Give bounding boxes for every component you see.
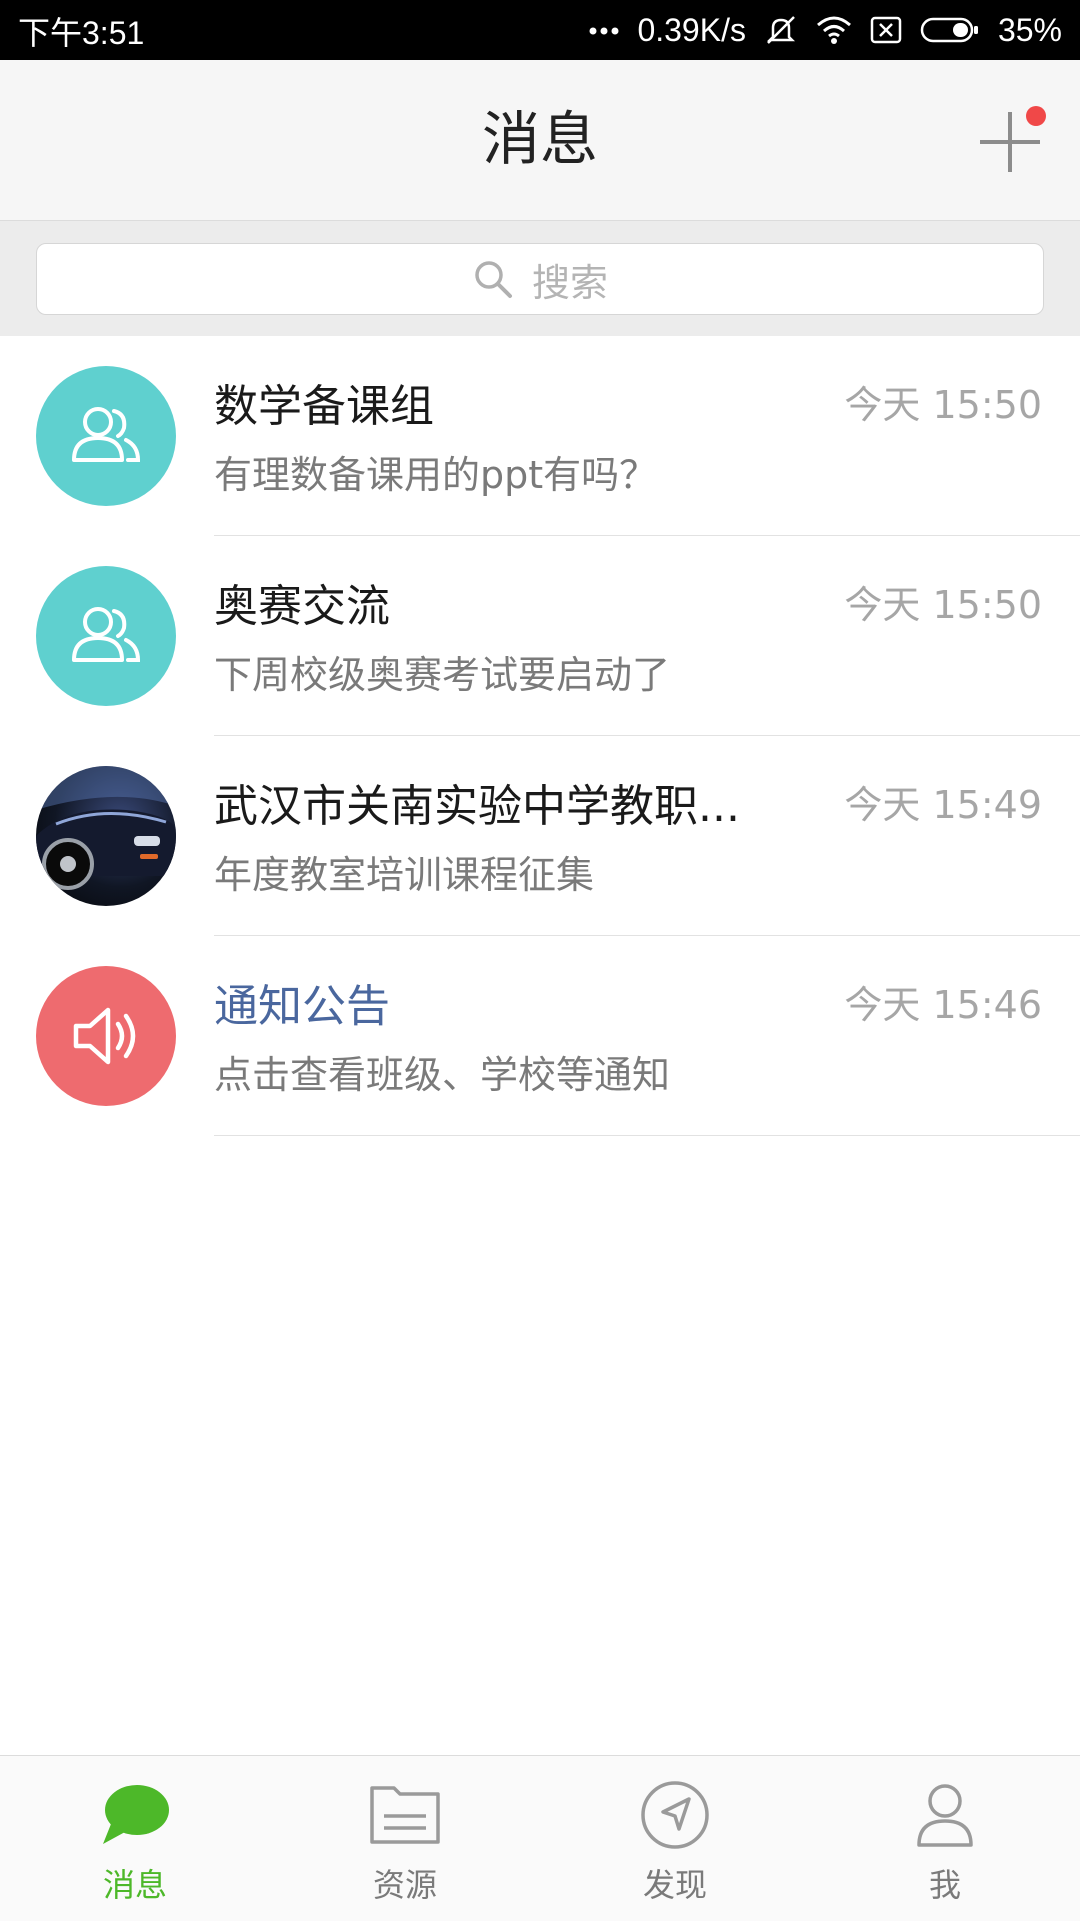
tab-discover[interactable]: 发现 (540, 1756, 810, 1921)
chat-bubble-icon (99, 1778, 171, 1852)
tab-messages[interactable]: 消息 (0, 1756, 270, 1921)
conversation-title: 通知公告 (214, 981, 390, 1032)
conversation-title: 数学备课组 (214, 381, 434, 432)
conversation-time: 今天 15:46 (844, 974, 1042, 1029)
group-avatar (36, 566, 176, 706)
notice-avatar (36, 966, 176, 1106)
conversation-item[interactable]: 通知公告 今天 15:46 点击查看班级、学校等通知 (0, 936, 1080, 1136)
conversation-clock: 15:50 (932, 583, 1042, 627)
conversation-item[interactable]: 奥赛交流 今天 15:50 下周校级奥赛考试要启动了 (0, 536, 1080, 736)
conversation-preview: 点击查看班级、学校等通知 (214, 1053, 671, 1097)
conversation-date: 今天 (844, 983, 921, 1027)
battery-icon (920, 16, 980, 44)
conversation-preview: 下周校级奥赛考试要启动了 (214, 653, 671, 697)
speaker-icon (73, 1007, 136, 1065)
conversation-clock: 15:50 (932, 383, 1042, 427)
conversation-date: 今天 (844, 783, 921, 827)
car-photo-avatar (36, 766, 176, 906)
group-icon (72, 607, 141, 662)
person-icon (915, 1778, 975, 1852)
group-avatar (36, 366, 176, 506)
conversation-time: 今天 15:50 (844, 574, 1042, 629)
conversation-time: 今天 15:49 (844, 774, 1042, 829)
dots-icon (589, 25, 619, 35)
tab-label: 消息 (102, 1866, 167, 1904)
compass-icon (639, 1778, 711, 1852)
search-input[interactable]: 搜索 (36, 243, 1044, 315)
divider (214, 1135, 1080, 1136)
conversation-item[interactable]: 武汉市关南实验中学教职... 今天 15:49 年度教室培训课程征集 (0, 736, 1080, 936)
conversation-clock: 15:46 (932, 983, 1042, 1027)
status-time: 下午3:51 (18, 15, 145, 51)
notification-dot (1026, 106, 1046, 126)
folder-icon (368, 1778, 442, 1852)
net-speed: 0.39K/s (637, 11, 746, 48)
conversation-list: 数学备课组 今天 15:50 有理数备课用的ppt有吗？ 奥赛交流 今天 15:… (0, 336, 1080, 1136)
tab-resources[interactable]: 资源 (270, 1756, 540, 1921)
car-photo (36, 766, 176, 890)
tab-me[interactable]: 我 (810, 1756, 1080, 1921)
conversation-title: 武汉市关南实验中学教职... (214, 781, 740, 832)
status-icons: 0.39K/s 35% (589, 8, 1062, 52)
conversation-time: 今天 15:50 (844, 374, 1042, 429)
conversation-date: 今天 (844, 583, 921, 627)
app-header: 消息 (0, 60, 1080, 221)
page-title: 消息 (481, 105, 598, 173)
conversation-title: 奥赛交流 (214, 581, 390, 632)
search-placeholder: 搜索 (531, 260, 608, 305)
search-icon (475, 261, 512, 298)
conversation-clock: 15:49 (932, 783, 1042, 827)
group-icon (72, 407, 141, 462)
conversation-date: 今天 (844, 383, 921, 427)
wifi-icon (816, 15, 852, 45)
tab-label: 我 (928, 1866, 961, 1904)
conversation-preview: 年度教室培训课程征集 (214, 853, 595, 897)
bottom-tab-bar: 消息 资源 发现 我 (0, 1755, 1080, 1921)
tab-label: 资源 (372, 1866, 437, 1904)
search-area: 搜索 (0, 221, 1080, 336)
add-button[interactable] (970, 100, 1050, 180)
battery-percent: 35% (997, 11, 1062, 48)
mute-icon (764, 13, 798, 47)
conversation-item[interactable]: 数学备课组 今天 15:50 有理数备课用的ppt有吗？ (0, 336, 1080, 536)
sim-icon (870, 15, 902, 45)
tab-label: 发现 (642, 1866, 707, 1904)
conversation-preview: 有理数备课用的ppt有吗？ (214, 453, 658, 497)
status-bar: 下午3:51 0.39K/s 35% (0, 0, 1080, 60)
